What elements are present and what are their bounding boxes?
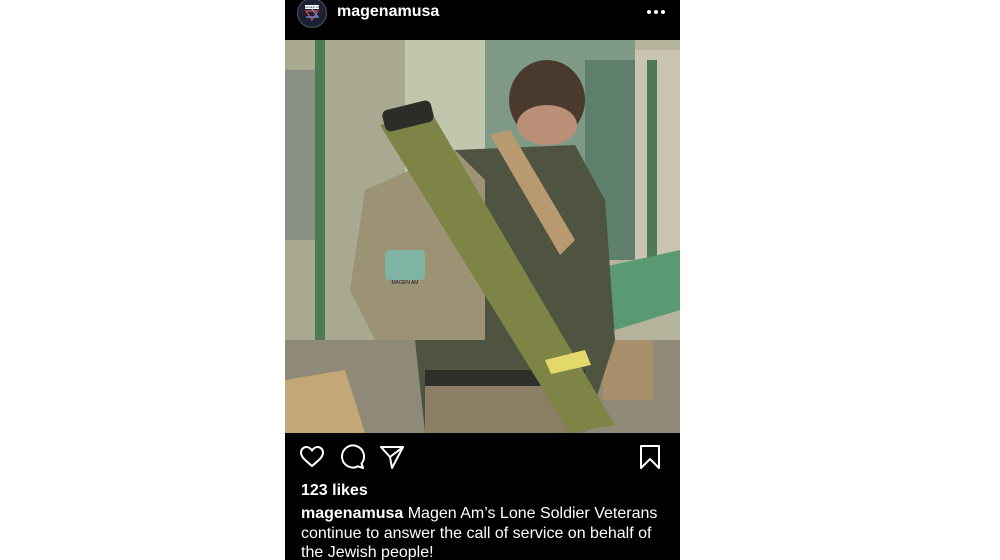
post-image[interactable]: MAGEN AM bbox=[285, 40, 680, 433]
heart-icon bbox=[299, 445, 325, 468]
post-header: MAGEN AM magenamusa bbox=[285, 0, 680, 40]
like-button[interactable] bbox=[299, 444, 325, 470]
more-options-button[interactable] bbox=[644, 0, 668, 24]
instagram-post: MAGEN AM magenamusa MAGEN AM 123 likes m… bbox=[285, 0, 680, 560]
more-options-icon bbox=[647, 10, 665, 14]
soldier-photo: MAGEN AM bbox=[285, 40, 680, 433]
post-actions bbox=[285, 440, 680, 474]
avatar[interactable]: MAGEN AM bbox=[297, 0, 327, 28]
svg-text:MAGEN AM: MAGEN AM bbox=[392, 280, 419, 286]
post-caption: magenamusa Magen Am’s Lone Soldier Veter… bbox=[301, 504, 671, 560]
caption-username[interactable]: magenamusa bbox=[301, 505, 403, 522]
svg-text:MAGEN AM: MAGEN AM bbox=[304, 5, 321, 9]
save-button[interactable] bbox=[637, 444, 663, 470]
likes-count[interactable]: 123 likes bbox=[301, 482, 368, 500]
post-username[interactable]: magenamusa bbox=[337, 3, 439, 21]
comment-button[interactable] bbox=[339, 444, 366, 470]
comment-icon bbox=[341, 444, 366, 469]
send-icon bbox=[380, 446, 404, 469]
share-button[interactable] bbox=[379, 444, 405, 470]
bookmark-icon bbox=[640, 445, 660, 469]
magen-am-logo: MAGEN AM bbox=[301, 2, 323, 24]
